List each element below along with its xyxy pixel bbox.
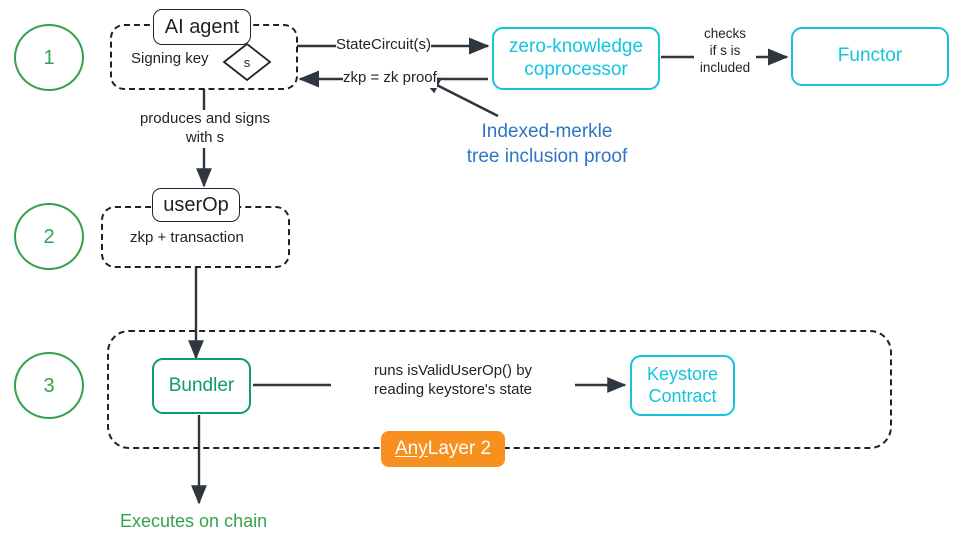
produces-line-1: produces and signs xyxy=(139,110,271,127)
layer2-badge-rest: Layer 2 xyxy=(427,438,492,459)
ai-agent-label: AI agent xyxy=(164,16,240,38)
userop-box[interactable]: userOp xyxy=(152,188,240,222)
step-number: 3 xyxy=(43,374,55,397)
step-number: 2 xyxy=(43,225,55,248)
step-circle-1: 1 xyxy=(14,24,84,91)
keystore-contract-line-1: Keystore xyxy=(646,363,719,384)
signing-key-symbol: s xyxy=(226,41,268,83)
merkle-proof-annotation: Indexed-merkle tree inclusion proof xyxy=(447,120,647,169)
checks-line-2: if s is xyxy=(709,42,741,58)
bundler-box[interactable]: Bundler xyxy=(152,358,251,414)
step-number: 1 xyxy=(43,46,55,69)
edge-label-zkp: zkp = zk proof xyxy=(343,69,437,88)
zk-coprocessor-line-1: zero-knowledge xyxy=(508,35,644,57)
step-circle-2: 2 xyxy=(14,203,84,270)
userop-label: userOp xyxy=(163,194,229,216)
merkle-line-2: tree inclusion proof xyxy=(466,145,628,167)
signing-key-label: Signing key xyxy=(131,50,209,67)
keystore-contract-line-2: Contract xyxy=(648,385,717,406)
signing-key-text: Signing key xyxy=(131,50,209,67)
checks-line-3: included xyxy=(699,59,751,75)
functor-label: Functor xyxy=(837,45,903,67)
edge-label-checks: checks if s is included xyxy=(694,26,756,77)
checks-line-1: checks xyxy=(703,26,747,41)
userop-subtitle: zkp + transaction xyxy=(130,229,244,246)
keystore-contract-box[interactable]: Keystore Contract xyxy=(630,355,735,416)
ai-agent-box[interactable]: AI agent xyxy=(153,9,251,45)
edge-label-runs-isvaliduserop: runs isValidUserOp() by reading keystore… xyxy=(331,362,575,400)
executes-on-chain-text: Executes on chain xyxy=(120,511,268,531)
diagram-canvas: 1 2 3 AI agent Signing key s StateCircui… xyxy=(0,0,961,546)
edge-label-text: zkp = zk proof xyxy=(343,69,437,86)
runs-line-1: runs isValidUserOp() by xyxy=(373,362,533,379)
merkle-line-1: Indexed-merkle xyxy=(481,121,613,142)
bundler-label: Bundler xyxy=(168,374,235,396)
layer2-badge-emphasis: Any xyxy=(395,438,428,459)
edge-label-produces-signs: produces and signs with s xyxy=(134,110,276,148)
layer2-badge: Any Layer 2 xyxy=(381,431,506,467)
userop-subtitle-text: zkp + transaction xyxy=(130,229,244,246)
zk-coprocessor-box[interactable]: zero-knowledge coprocessor xyxy=(492,27,660,90)
signing-key-letter: s xyxy=(243,54,251,70)
produces-line-2: with s xyxy=(185,128,225,146)
runs-line-2: reading keystore's state xyxy=(374,380,532,398)
functor-box[interactable]: Functor xyxy=(791,27,949,86)
edge-label-statecircuit: StateCircuit(s) xyxy=(336,36,432,55)
executes-on-chain-label: Executes on chain xyxy=(120,511,267,532)
zk-coprocessor-line-2: coprocessor xyxy=(524,58,628,80)
edge-label-text: StateCircuit(s) xyxy=(336,36,432,53)
step-circle-3: 3 xyxy=(14,352,84,419)
